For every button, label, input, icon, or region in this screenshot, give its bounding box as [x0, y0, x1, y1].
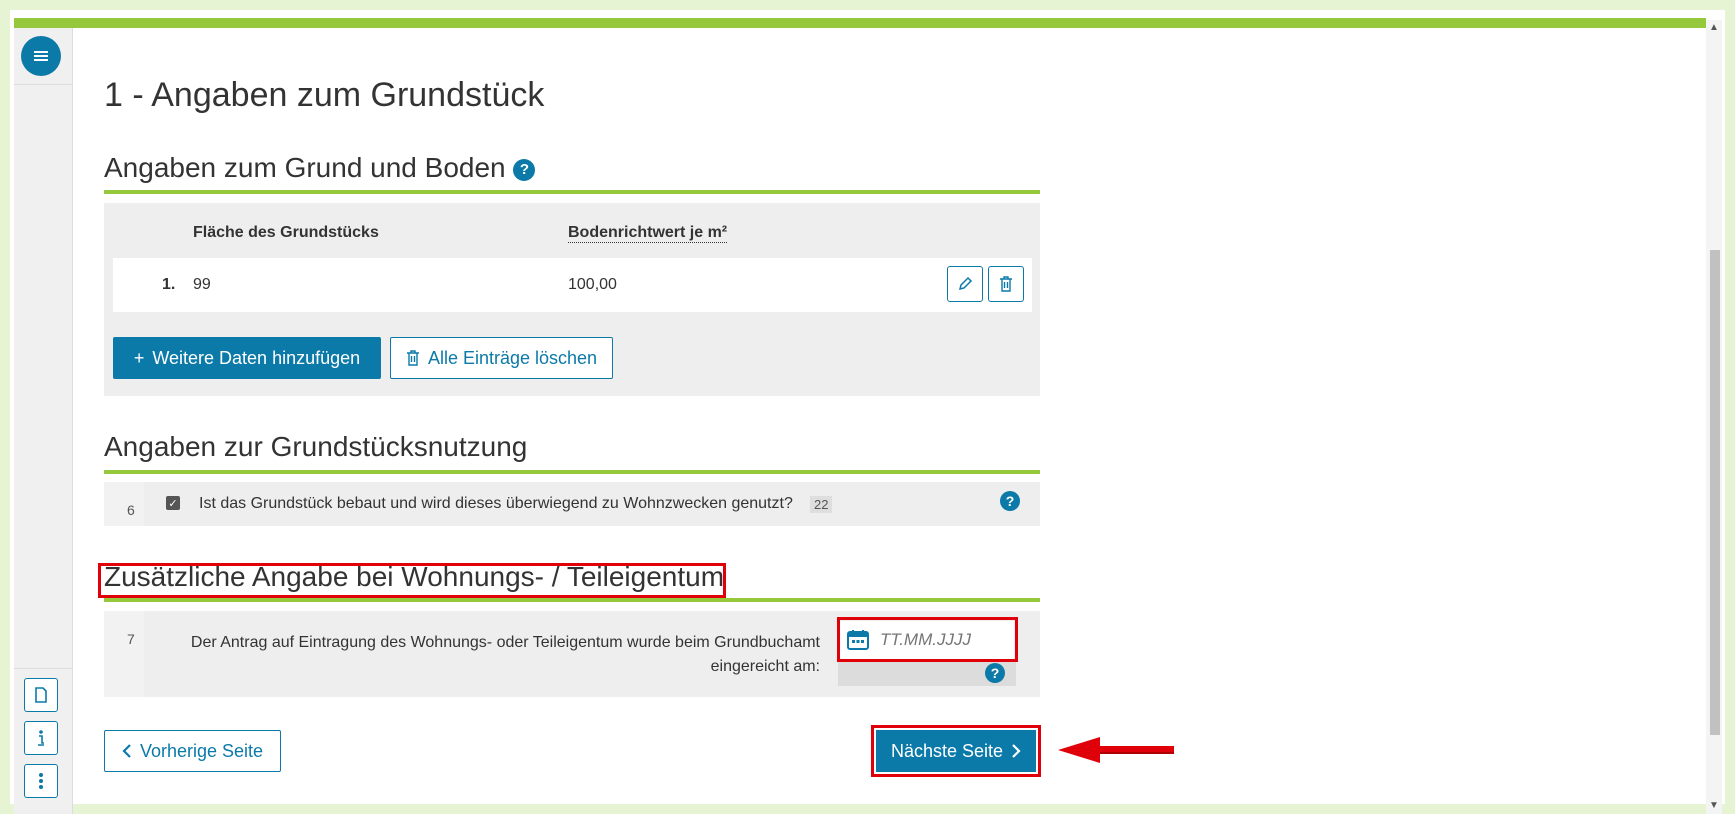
- document-button[interactable]: [24, 678, 58, 712]
- date-field-label-line1: Der Antrag auf Eintragung des Wohnungs- …: [190, 634, 820, 651]
- next-page-label: Nächste Seite: [890, 740, 1004, 761]
- date-input-wrapper[interactable]: [840, 621, 1014, 659]
- calendar-icon[interactable]: [846, 629, 870, 651]
- row-index: 1.: [162, 276, 176, 293]
- prev-page-button[interactable]: Vorherige Seite: [104, 730, 281, 772]
- help-icon[interactable]: ?: [985, 663, 1005, 683]
- pencil-icon: [958, 276, 973, 291]
- delete-all-button[interactable]: Alle Einträge löschen: [390, 337, 613, 379]
- checkbox-label: Ist das Grundstück bebaut und wird diese…: [199, 495, 793, 512]
- date-field-footer: ?: [838, 660, 1016, 686]
- chevron-right-icon: [1012, 744, 1021, 758]
- vertical-scrollbar[interactable]: ▲ ▼: [1706, 20, 1722, 814]
- grund-boden-table: Fläche des Grundstücks Bodenrichtwert je…: [104, 203, 1040, 396]
- left-sidebar: [14, 28, 73, 814]
- cell-bodenrichtwert: 100,00: [568, 276, 617, 293]
- hamburger-menu-icon: [34, 51, 48, 61]
- sidebar-divider: [14, 84, 72, 85]
- bebaut-checkbox[interactable]: ✓: [166, 496, 180, 510]
- document-icon: [35, 687, 47, 703]
- date-field-label: Der Antrag auf Eintragung des Wohnungs- …: [120, 631, 820, 679]
- trash-icon: [1000, 276, 1012, 292]
- nutzung-field-row: 6 ✓ Ist das Grundstück bebaut und wird d…: [104, 482, 1040, 526]
- column-header-bodenrichtwert: Bodenrichtwert je m²: [568, 224, 728, 243]
- sidebar-divider: [14, 668, 72, 669]
- cell-flaeche: 99: [193, 276, 211, 293]
- delete-row-button[interactable]: [988, 266, 1024, 302]
- page-title: 1 - Angaben zum Grundstück: [104, 76, 545, 114]
- section-title-nutzung: Angaben zur Grundstücksnutzung: [104, 431, 528, 462]
- delete-all-label: Alle Einträge löschen: [427, 347, 598, 368]
- date-input[interactable]: [878, 629, 1002, 651]
- section-underline: [104, 190, 1040, 194]
- date-field-label-line2: eingereicht am:: [710, 658, 820, 675]
- top-accent-bar: [14, 18, 1706, 28]
- prev-page-label: Vorherige Seite: [139, 740, 264, 761]
- help-icon[interactable]: ?: [1000, 491, 1020, 511]
- info-button[interactable]: [24, 721, 58, 755]
- more-button[interactable]: [24, 764, 58, 798]
- help-icon[interactable]: ?: [513, 158, 536, 181]
- chevron-left-icon: [122, 744, 131, 758]
- section-title-wohnungseigentum: Zusätzliche Angabe bei Wohnungs- / Teile…: [104, 561, 725, 592]
- info-icon: [38, 730, 44, 746]
- scrollbar-thumb[interactable]: [1710, 250, 1720, 735]
- section-underline: [104, 598, 1040, 602]
- column-header-flaeche: Fläche des Grundstücks: [193, 224, 379, 241]
- field-badge: 22: [810, 496, 833, 513]
- section-underline: [104, 470, 1040, 474]
- edit-row-button[interactable]: [947, 266, 983, 302]
- menu-button[interactable]: [21, 36, 61, 76]
- field-number: 6: [127, 502, 135, 518]
- more-vertical-icon: [39, 773, 43, 789]
- scroll-up-icon[interactable]: ▲: [1709, 22, 1719, 33]
- annotation-arrow-icon: [1058, 737, 1174, 763]
- section-title-grund-boden: Angaben zum Grund und Boden ?: [104, 152, 536, 184]
- section-title-text: Angaben zum Grund und Boden: [104, 152, 506, 183]
- add-data-button[interactable]: + Weitere Daten hinzufügen: [113, 337, 381, 379]
- next-page-button[interactable]: Nächste Seite: [876, 730, 1036, 772]
- plus-icon: +: [133, 347, 145, 368]
- add-data-label: Weitere Daten hinzufügen: [152, 347, 361, 368]
- field-body: ✓ Ist das Grundstück bebaut und wird die…: [144, 482, 1040, 526]
- scroll-down-icon[interactable]: ▼: [1709, 800, 1719, 811]
- trash-icon: [406, 350, 419, 366]
- table-row: 1. 99 100,00: [113, 258, 1032, 312]
